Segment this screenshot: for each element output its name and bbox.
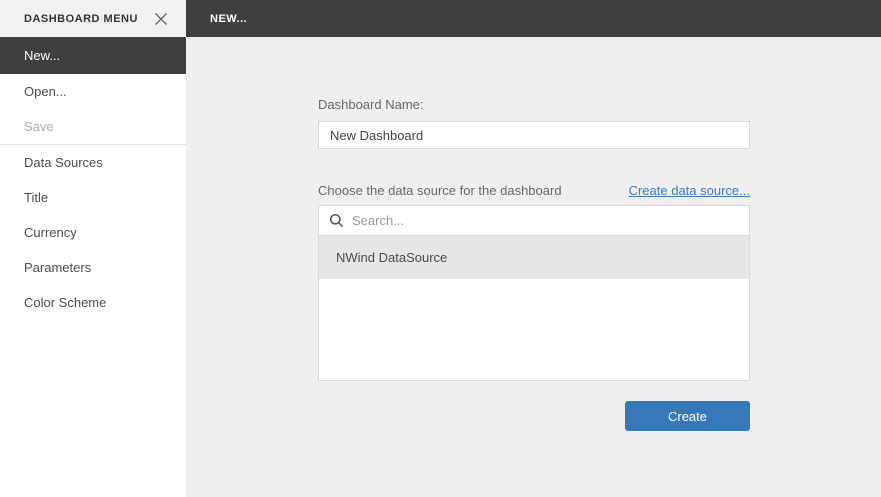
- create-button[interactable]: Create: [625, 401, 750, 431]
- top-bar-title: NEW...: [210, 12, 248, 25]
- search-icon: [329, 213, 344, 228]
- sidebar-item-data-sources[interactable]: Data Sources: [0, 145, 186, 180]
- dashboard-name-label: Dashboard Name:: [318, 97, 424, 112]
- sidebar-item-color-scheme[interactable]: Color Scheme: [0, 285, 186, 320]
- dashboard-name-input[interactable]: [318, 121, 750, 149]
- close-icon[interactable]: [150, 8, 172, 30]
- sidebar-item-new[interactable]: New...: [0, 37, 186, 74]
- data-source-search-box[interactable]: [318, 205, 750, 236]
- dashboard-menu-sidebar: DASHBOARD MENU New... Open... Save Data …: [0, 0, 186, 497]
- list-item-nwind-datasource[interactable]: NWind DataSource: [319, 236, 749, 279]
- sidebar-item-save[interactable]: Save: [0, 109, 186, 144]
- top-bar: NEW...: [186, 0, 881, 37]
- main-area: Dashboard Name: Choose the data source f…: [186, 37, 881, 497]
- sidebar-header: DASHBOARD MENU: [0, 0, 186, 37]
- sidebar-title: DASHBOARD MENU: [24, 12, 138, 25]
- sidebar-item-parameters[interactable]: Parameters: [0, 250, 186, 285]
- new-dashboard-form: Dashboard Name: Choose the data source f…: [318, 97, 750, 431]
- sidebar-item-open[interactable]: Open...: [0, 74, 186, 109]
- data-source-list[interactable]: NWind DataSource: [318, 236, 750, 381]
- sidebar-item-title[interactable]: Title: [0, 180, 186, 215]
- choose-data-source-label: Choose the data source for the dashboard: [318, 183, 562, 198]
- search-input[interactable]: [352, 213, 739, 228]
- sidebar-item-currency[interactable]: Currency: [0, 215, 186, 250]
- create-data-source-link[interactable]: Create data source...: [629, 183, 750, 198]
